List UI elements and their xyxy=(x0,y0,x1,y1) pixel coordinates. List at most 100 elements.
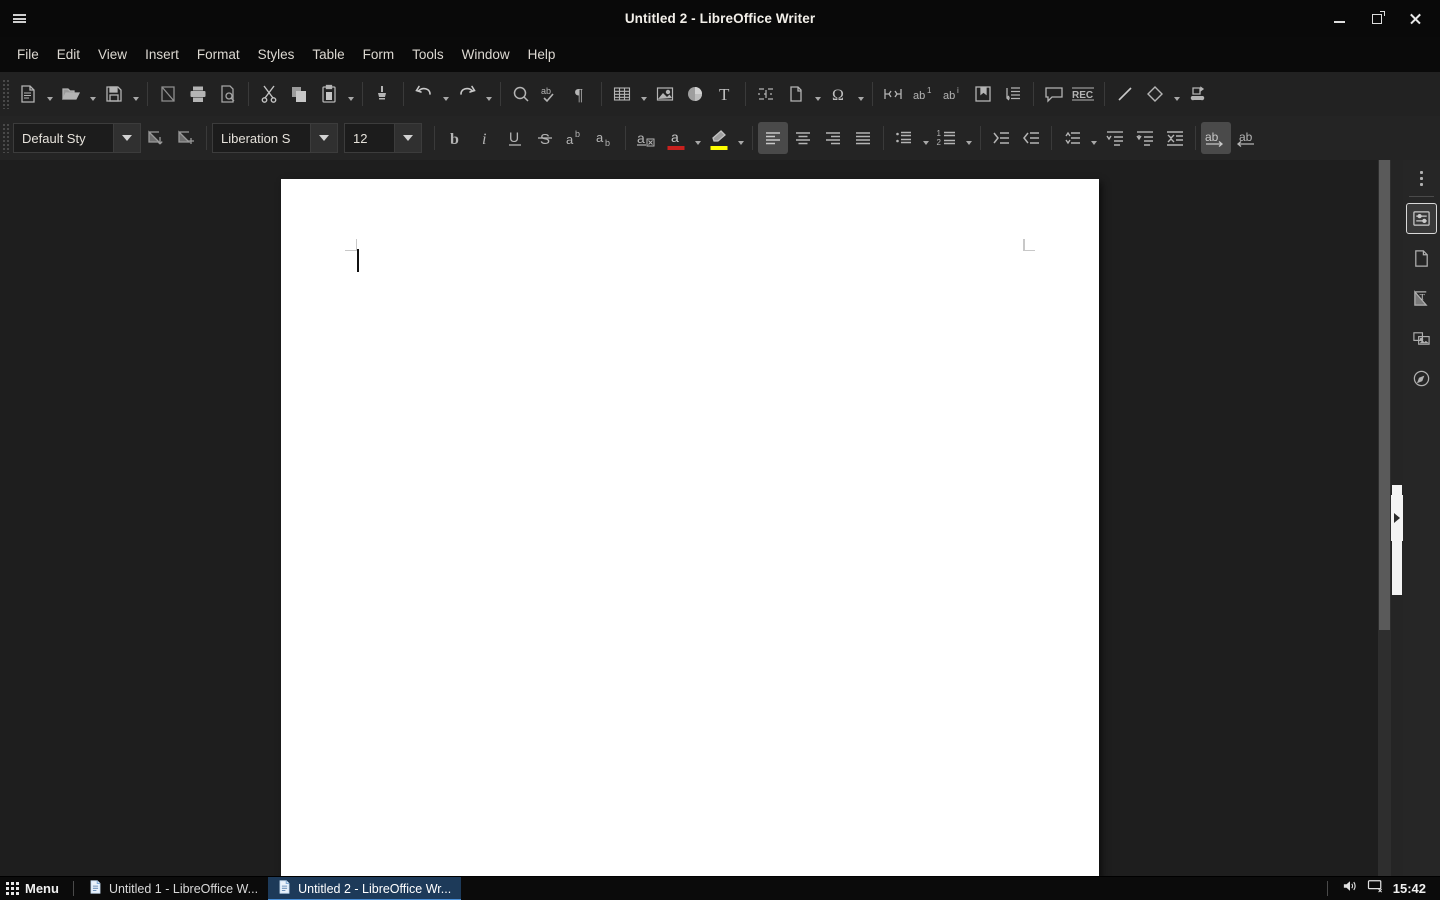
document-scrollbar-thumb[interactable] xyxy=(1379,160,1390,630)
open-document-icon[interactable] xyxy=(56,78,86,110)
document-page[interactable] xyxy=(281,179,1099,876)
insert-textbox-icon[interactable]: T xyxy=(710,78,740,110)
insert-table-dropdown[interactable] xyxy=(637,78,650,110)
paragraph-spacing-close-button[interactable] xyxy=(1160,122,1190,154)
insert-bookmark-icon[interactable] xyxy=(968,78,998,110)
paragraph-spacing-below-button[interactable] xyxy=(1130,122,1160,154)
minimize-button[interactable] xyxy=(1320,0,1358,37)
basic-shapes-icon[interactable] xyxy=(1140,78,1170,110)
print-icon[interactable] xyxy=(183,78,213,110)
underline-button[interactable]: U xyxy=(500,122,530,154)
font-color-dropdown[interactable] xyxy=(691,122,704,154)
print-preview-icon[interactable] xyxy=(213,78,243,110)
menu-edit[interactable]: Edit xyxy=(48,43,89,66)
basic-shapes-dropdown[interactable] xyxy=(1170,78,1183,110)
align-right-button[interactable] xyxy=(818,122,848,154)
font-size-input[interactable]: 12 xyxy=(344,123,394,153)
hide-sidebar-button[interactable] xyxy=(1391,495,1403,541)
insert-line-icon[interactable] xyxy=(1110,78,1140,110)
toolbar-grip[interactable] xyxy=(2,123,11,153)
menu-tools[interactable]: Tools xyxy=(403,43,453,66)
insert-endnote-icon[interactable]: ab i xyxy=(938,78,968,110)
insert-chart-icon[interactable] xyxy=(680,78,710,110)
menu-table[interactable]: Table xyxy=(303,43,353,66)
insert-comment-icon[interactable] xyxy=(1039,78,1069,110)
clone-formatting-icon[interactable] xyxy=(368,78,398,110)
taskbar-window-untitled-2[interactable]: Untitled 2 - LibreOffice Wr... xyxy=(268,876,462,900)
menu-view[interactable]: View xyxy=(89,43,136,66)
save-icon[interactable] xyxy=(99,78,129,110)
sidebar-item-properties[interactable] xyxy=(1406,203,1437,234)
global-menu-icon[interactable] xyxy=(0,0,38,37)
formatting-marks-icon[interactable]: ¶ xyxy=(566,78,596,110)
align-left-button[interactable] xyxy=(758,122,788,154)
subscript-button[interactable]: a b xyxy=(590,122,620,154)
sidebar-item-gallery[interactable] xyxy=(1406,323,1437,354)
strikethrough-button[interactable]: S xyxy=(530,122,560,154)
sidebar-item-navigator[interactable] xyxy=(1406,363,1437,394)
sidebar-item-style-inspector[interactable]: T xyxy=(1406,283,1437,314)
paste-dropdown[interactable] xyxy=(344,78,357,110)
line-spacing-button[interactable] xyxy=(1057,122,1087,154)
new-style-from-selection-icon[interactable] xyxy=(171,122,201,154)
menu-window[interactable]: Window xyxy=(453,43,519,66)
redo-dropdown[interactable] xyxy=(482,78,495,110)
find-replace-icon[interactable] xyxy=(506,78,536,110)
maximize-button[interactable] xyxy=(1358,0,1396,37)
font-name-input[interactable]: Liberation S xyxy=(212,123,310,153)
sidebar-item-page[interactable] xyxy=(1406,243,1437,274)
ordered-list-button[interactable]: 1 2 xyxy=(932,122,962,154)
show-draw-functions-icon[interactable] xyxy=(1183,78,1213,110)
insert-special-character-dropdown[interactable] xyxy=(854,78,867,110)
export-pdf-icon[interactable] xyxy=(153,78,183,110)
open-document-dropdown[interactable] xyxy=(86,78,99,110)
redo-icon[interactable] xyxy=(452,78,482,110)
cut-icon[interactable] xyxy=(254,78,284,110)
right-to-left-button[interactable]: ab xyxy=(1231,122,1261,154)
bold-button[interactable]: b xyxy=(440,122,470,154)
font-color-button[interactable]: a xyxy=(661,122,691,154)
sidebar-settings-icon[interactable] xyxy=(1420,160,1423,196)
insert-table-icon[interactable] xyxy=(607,78,637,110)
font-size-dropdown-button[interactable] xyxy=(394,123,422,153)
increase-indent-button[interactable] xyxy=(986,122,1016,154)
italic-button[interactable]: i xyxy=(470,122,500,154)
toolbar-grip[interactable] xyxy=(2,79,11,109)
display-off-icon[interactable] xyxy=(1367,879,1384,898)
left-to-right-button[interactable]: ab xyxy=(1201,122,1231,154)
unordered-list-dropdown[interactable] xyxy=(919,122,932,154)
highlight-color-button[interactable] xyxy=(704,122,734,154)
paragraph-style-combo[interactable]: Default Sty xyxy=(13,123,141,153)
menu-insert[interactable]: Insert xyxy=(136,43,188,66)
align-center-button[interactable] xyxy=(788,122,818,154)
insert-section-icon[interactable] xyxy=(878,78,908,110)
insert-page-break-icon[interactable] xyxy=(751,78,781,110)
save-dropdown[interactable] xyxy=(129,78,142,110)
menu-help[interactable]: Help xyxy=(519,43,565,66)
superscript-button[interactable]: a b xyxy=(560,122,590,154)
font-name-combo[interactable]: Liberation S xyxy=(212,123,338,153)
unordered-list-button[interactable] xyxy=(889,122,919,154)
highlight-color-dropdown[interactable] xyxy=(734,122,747,154)
volume-icon[interactable] xyxy=(1342,879,1358,898)
insert-special-character-icon[interactable]: Ω xyxy=(824,78,854,110)
insert-field-dropdown[interactable] xyxy=(811,78,824,110)
insert-footnote-icon[interactable]: ab 1 xyxy=(908,78,938,110)
menu-styles[interactable]: Styles xyxy=(249,43,304,66)
undo-icon[interactable] xyxy=(409,78,439,110)
clear-formatting-button[interactable]: a xyxy=(631,122,661,154)
new-document-icon[interactable] xyxy=(13,78,43,110)
ordered-list-dropdown[interactable] xyxy=(962,122,975,154)
undo-dropdown[interactable] xyxy=(439,78,452,110)
document-scrollbar-outer[interactable] xyxy=(1378,160,1391,876)
spelling-icon[interactable]: ab xyxy=(536,78,566,110)
track-changes-icon[interactable]: REC xyxy=(1069,78,1099,110)
insert-cross-reference-icon[interactable] xyxy=(998,78,1028,110)
taskbar-window-untitled-1[interactable]: Untitled 1 - LibreOffice W... xyxy=(79,877,268,900)
paste-icon[interactable] xyxy=(314,78,344,110)
update-selected-style-icon[interactable] xyxy=(141,122,171,154)
insert-image-icon[interactable] xyxy=(650,78,680,110)
new-document-dropdown[interactable] xyxy=(43,78,56,110)
paragraph-spacing-above-button[interactable] xyxy=(1100,122,1130,154)
line-spacing-dropdown[interactable] xyxy=(1087,122,1100,154)
